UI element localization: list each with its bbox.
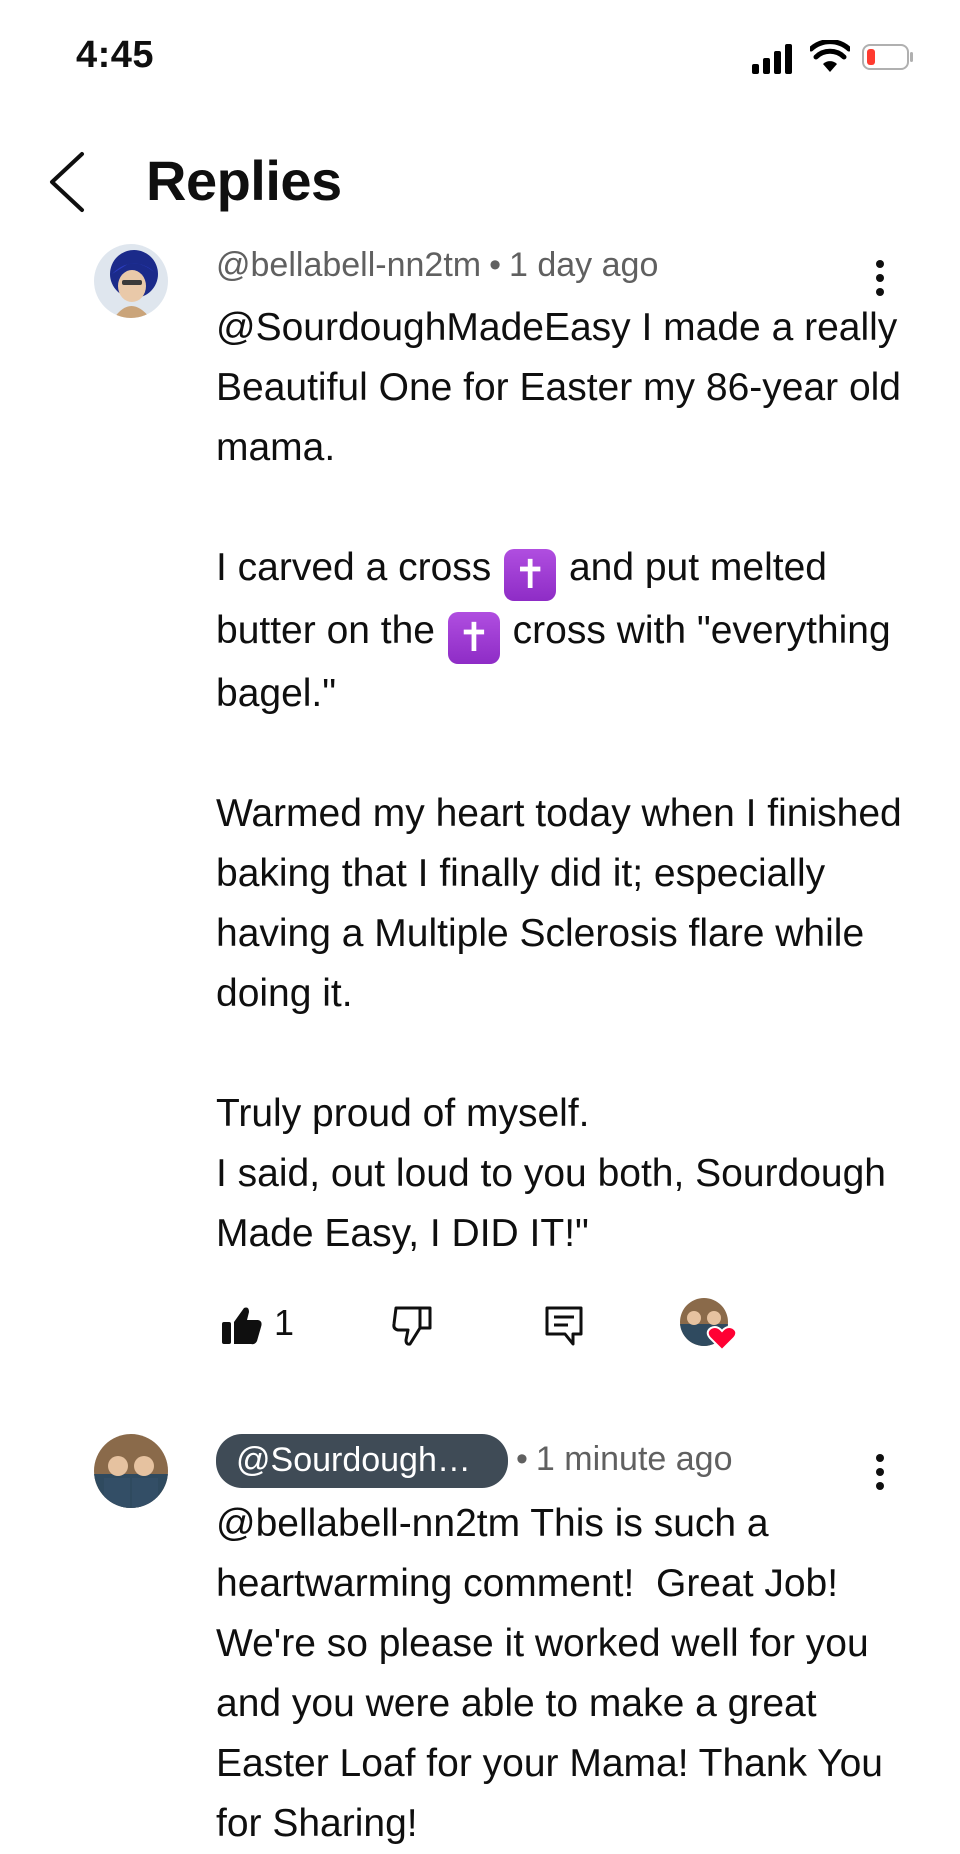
meta-separator: • (489, 246, 501, 284)
wifi-icon (810, 40, 850, 72)
reply-icon (545, 1306, 583, 1346)
status-time: 4:45 (76, 34, 155, 76)
dislike-icon (392, 1306, 432, 1346)
page-title: Replies (146, 149, 342, 212)
dislike-button[interactable] (386, 1296, 446, 1356)
avatar[interactable] (94, 1434, 168, 1508)
reply-button[interactable] (538, 1296, 598, 1356)
comment-paragraph: I carved a cross (216, 546, 503, 589)
back-arrow-icon[interactable] (44, 150, 92, 214)
status-bar: 4:45 (0, 0, 960, 110)
battery-icon (862, 44, 913, 70)
comment-actions: 1 (216, 1296, 816, 1356)
comment-paragraph: Truly proud of myself. I said, out loud … (216, 1092, 886, 1255)
comment-author[interactable]: @bellabell-nn2tm (216, 246, 481, 284)
more-options-icon[interactable] (868, 258, 892, 302)
comment-body: @bellabell-nn2tm This is such a heartwar… (216, 1502, 894, 1845)
like-count: 1 (274, 1302, 295, 1343)
like-icon (222, 1307, 262, 1345)
comment-body: @SourdoughMadeEasy I made a really Beaut… (216, 298, 916, 1264)
like-button[interactable]: 1 (216, 1296, 316, 1356)
comment-time: 1 day ago (509, 246, 659, 284)
latin-cross-emoji-icon: ✝ (447, 612, 500, 664)
comment-meta: @bellabell-nn2tm • 1 day ago (216, 246, 658, 285)
cellular-signal-icon (752, 44, 796, 74)
comment-meta: @SourdoughMad... • 1 minute ago (216, 1434, 733, 1488)
creator-heart-icon (680, 1298, 738, 1352)
meta-separator: • (516, 1439, 528, 1478)
creator-author-chip[interactable]: @SourdoughMad... (216, 1434, 508, 1488)
latin-cross-emoji-icon: ✝ (504, 549, 557, 601)
avatar[interactable] (94, 244, 168, 318)
comment-paragraph: @SourdoughMadeEasy I made a really Beaut… (216, 306, 912, 469)
comment-paragraph: Warmed my heart today when I finished ba… (216, 792, 913, 1015)
creator-heart (678, 1296, 748, 1356)
more-options-icon[interactable] (868, 1452, 892, 1496)
replies-header: Replies (0, 130, 960, 230)
comment-time: 1 minute ago (535, 1439, 733, 1478)
